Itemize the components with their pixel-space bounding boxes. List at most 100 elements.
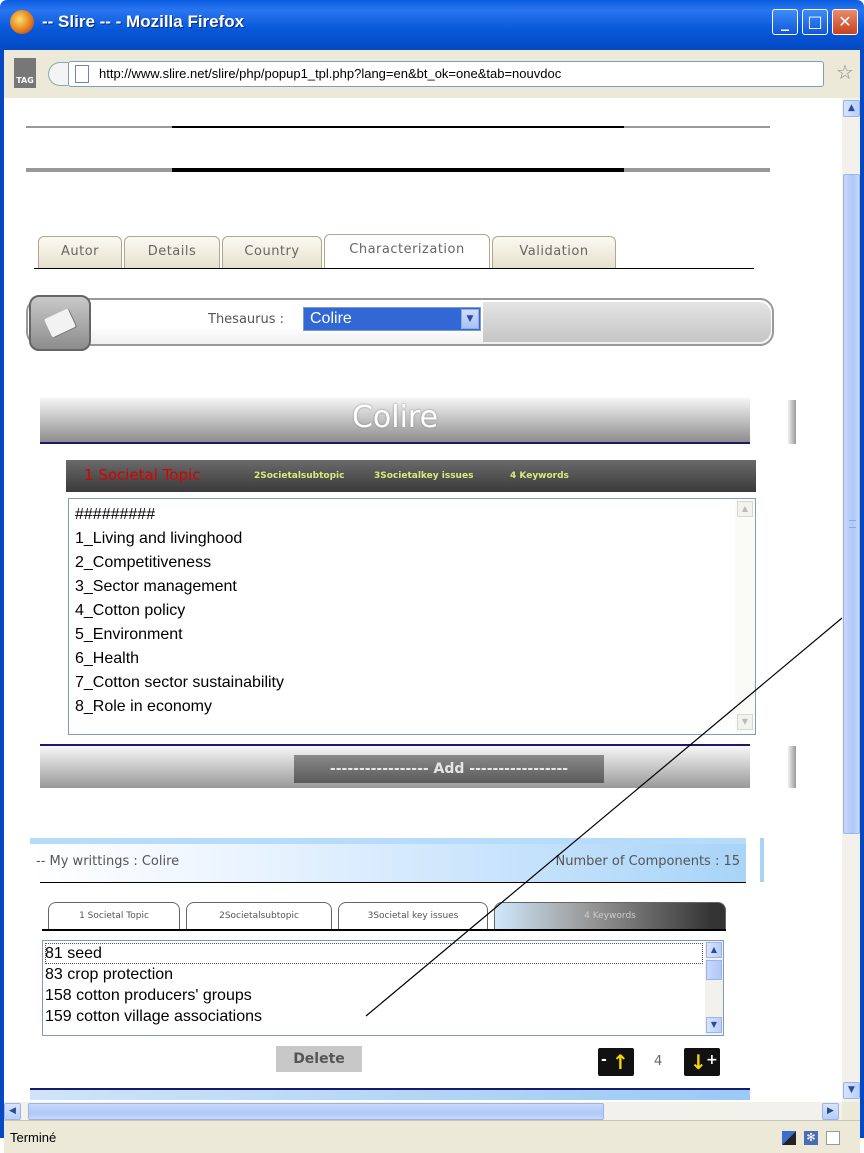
component-count: Number of Components : 15	[555, 854, 740, 869]
topic-items: ######### 1_Living and livinghood 2_Comp…	[75, 503, 284, 719]
window-icon[interactable]	[782, 1131, 796, 1145]
arrow-down-icon[interactable]: ▼	[737, 714, 753, 730]
my-writings-header: -- My writtings : Colire Number of Compo…	[30, 838, 746, 882]
arrow-down-icon: ↓	[690, 1050, 707, 1074]
position-number: 4	[654, 1054, 663, 1069]
breadcrumb-key-issues[interactable]: 3Societalkey issues	[374, 471, 473, 481]
tab-details[interactable]: Details	[124, 236, 220, 268]
snowflake-icon[interactable]: ✻	[804, 1131, 818, 1145]
arrow-down-icon[interactable]: ▼	[843, 1082, 860, 1099]
scroll-thumb[interactable]	[843, 174, 860, 834]
tabs-baseline	[34, 268, 754, 269]
subtab-societal-subtopic[interactable]: 2Societalsubtopic	[186, 902, 332, 930]
status-text: Terminé	[10, 1130, 57, 1145]
arrow-left-icon[interactable]: ◀	[4, 1103, 21, 1120]
list-item[interactable]: 8_Role in economy	[75, 695, 284, 719]
book-glyph	[43, 308, 77, 338]
add-band-side	[788, 746, 796, 788]
topic-scrollbar[interactable]: ▲ ▼	[735, 499, 755, 734]
minus-icon: -	[601, 1052, 607, 1068]
arrow-up-icon[interactable]: ▲	[706, 942, 722, 958]
topic-listbox[interactable]: ######### 1_Living and livinghood 2_Comp…	[68, 498, 756, 735]
book-icon[interactable]	[29, 295, 91, 351]
tab-characterization[interactable]: Characterization	[324, 234, 490, 268]
window-frame-right	[860, 98, 864, 1138]
list-item[interactable]: 1_Living and livinghood	[75, 527, 284, 551]
keyword-scrollbar[interactable]: ▲ ▼	[705, 941, 723, 1035]
close-button[interactable]: ✕	[832, 9, 858, 35]
address-text[interactable]: http://www.slire.net/slire/php/popup1_tp…	[99, 66, 561, 81]
subtab-societal-topic[interactable]: 1 Societal Topic	[48, 902, 180, 930]
subtab-keywords[interactable]: 4 Keywords	[494, 902, 726, 930]
maximize-button[interactable]: □	[802, 9, 828, 35]
breadcrumb-current[interactable]: 1 Societal Topic	[84, 466, 200, 484]
keyword-listbox[interactable]: 81 seed 83 crop protection 158 cotton pr…	[42, 940, 724, 1036]
delete-button[interactable]: Delete	[276, 1046, 362, 1072]
thesaurus-select[interactable]: Colire ▼	[303, 307, 481, 331]
top-rule-2-dark	[172, 168, 624, 172]
scroll-corner	[842, 1102, 860, 1120]
star-icon[interactable]: ☆	[836, 60, 854, 84]
document-icon	[75, 65, 89, 83]
subtabs-baseline	[42, 929, 726, 931]
list-item[interactable]: 7_Cotton sector sustainability	[75, 671, 284, 695]
page-viewport: Autor Details Country Characterization V…	[4, 98, 842, 1100]
top-rule-1-dark	[172, 126, 624, 128]
window-title: -- Slire -- - Mozilla Firefox	[42, 12, 245, 31]
list-item[interactable]: 3_Sector management	[75, 575, 284, 599]
arrow-up-icon: ↑	[612, 1050, 629, 1074]
move-up-button[interactable]: - ↑	[598, 1048, 634, 1076]
scroll-thumb[interactable]	[706, 960, 722, 980]
tag-label: TAG	[16, 76, 34, 85]
list-item[interactable]: 83 crop protection	[45, 964, 262, 985]
minimize-icon: _	[781, 12, 789, 31]
bottom-band	[30, 1088, 750, 1100]
status-bar: Terminé ✻	[4, 1120, 860, 1153]
page-vertical-scrollbar[interactable]: ▲ ▼	[842, 98, 860, 1102]
add-button[interactable]: ----------------- Add -----------------	[294, 755, 604, 783]
subtab-key-issues[interactable]: 3Societal key issues	[338, 902, 488, 930]
chevron-down-icon[interactable]: ▼	[461, 309, 479, 329]
section-header-side	[788, 400, 796, 444]
url-bar: TAG http://www.slire.net/slire/php/popup…	[0, 50, 864, 98]
add-band: ----------------- Add -----------------	[40, 744, 750, 788]
list-item[interactable]: 81 seed	[45, 943, 262, 964]
tab-autor[interactable]: Autor	[38, 236, 122, 268]
page-horizontal-scrollbar[interactable]: ◀ ▶	[4, 1102, 860, 1120]
thesaurus-bar-shade	[483, 302, 771, 342]
breadcrumb-subtopic[interactable]: 2Societalsubtopic	[254, 471, 344, 481]
arrow-right-icon[interactable]: ▶	[822, 1103, 839, 1120]
breadcrumb: 1 Societal Topic 2Societalsubtopic 3Soci…	[66, 460, 756, 492]
arrow-down-icon[interactable]: ▼	[706, 1017, 722, 1033]
arrow-up-icon[interactable]: ▲	[737, 501, 753, 517]
grip-icon	[849, 520, 856, 528]
mail-icon[interactable]	[826, 1131, 840, 1145]
tab-country[interactable]: Country	[222, 236, 322, 268]
back-button[interactable]	[48, 62, 68, 86]
list-item[interactable]: 6_Health	[75, 647, 284, 671]
section-header: Colire	[40, 398, 750, 444]
list-item[interactable]: #########	[75, 503, 284, 527]
my-writings-rule	[40, 882, 746, 883]
my-writings-side	[760, 838, 764, 882]
tag-icon[interactable]: TAG	[14, 58, 36, 88]
breadcrumb-keywords[interactable]: 4 Keywords	[510, 471, 569, 481]
thesaurus-select-value: Colire	[310, 310, 352, 327]
close-icon: ✕	[838, 12, 852, 31]
minimize-button[interactable]: _	[772, 9, 798, 35]
list-item[interactable]: 4_Cotton policy	[75, 599, 284, 623]
scroll-thumb[interactable]	[28, 1103, 604, 1120]
tab-validation[interactable]: Validation	[492, 236, 616, 268]
section-title: Colire	[351, 400, 439, 435]
arrow-up-icon[interactable]: ▲	[843, 100, 860, 117]
list-item[interactable]: 5_Environment	[75, 623, 284, 647]
my-writings-label: -- My writtings : Colire	[36, 854, 180, 869]
move-down-button[interactable]: ↓ +	[684, 1048, 720, 1076]
list-item[interactable]: 159 cotton village associations	[45, 1006, 262, 1027]
list-item[interactable]: 158 cotton producers' groups	[45, 985, 262, 1006]
address-field[interactable]: http://www.slire.net/slire/php/popup1_tp…	[68, 61, 824, 87]
window-titlebar: -- Slire -- - Mozilla Firefox _ □ ✕	[0, 0, 864, 50]
plus-icon: +	[706, 1052, 718, 1068]
thesaurus-label: Thesaurus :	[208, 312, 285, 327]
list-item[interactable]: 2_Competitiveness	[75, 551, 284, 575]
